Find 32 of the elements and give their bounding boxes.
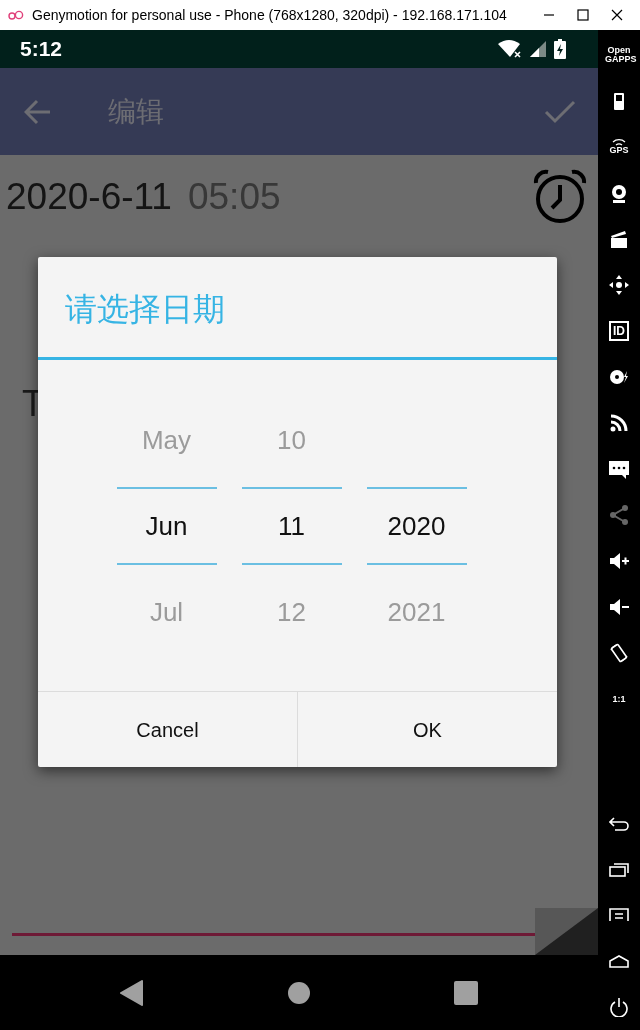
status-time: 5:12 [20,36,63,63]
nav-back-icon[interactable] [119,979,144,1006]
id-button[interactable]: ID [609,321,629,341]
cancel-button[interactable]: Cancel [38,691,297,767]
signal-icon [530,41,546,57]
rotate-icon[interactable] [609,643,629,663]
picker-value[interactable]: Jun [145,506,188,546]
battery-icon [554,39,566,59]
disk-icon[interactable] [609,367,629,387]
nav-recents-icon[interactable] [454,980,479,1005]
app-logo-icon [8,10,24,20]
picker-value[interactable]: 11 [278,506,305,546]
check-icon[interactable] [544,99,576,124]
volume-up-icon[interactable] [609,551,629,571]
rss-icon[interactable] [609,413,629,433]
window-title: Genymotion for personal use - Phone (768x1280, 320dpi) - 192.168.171.104 [32,5,507,25]
dpad-icon[interactable] [609,275,629,295]
corner-shape [535,908,598,955]
webcam-icon[interactable] [609,183,629,203]
toolbar-title: 编辑 [108,94,164,129]
chat-icon[interactable] [609,459,629,479]
wifi-icon [498,40,522,58]
scale-button[interactable]: 1:1 [605,694,633,704]
nav-home-icon[interactable] [287,980,311,1005]
dialog-title: 请选择日期 [64,290,226,329]
gps-label[interactable]: GPS [605,146,633,155]
volume-down-icon[interactable] [609,597,629,617]
ok-button[interactable]: OK [297,691,557,767]
power-icon[interactable] [609,997,629,1017]
clapperboard-icon[interactable] [609,229,629,249]
gps-signal-icon[interactable] [612,139,626,146]
picker-value[interactable]: 2020 [387,506,446,546]
